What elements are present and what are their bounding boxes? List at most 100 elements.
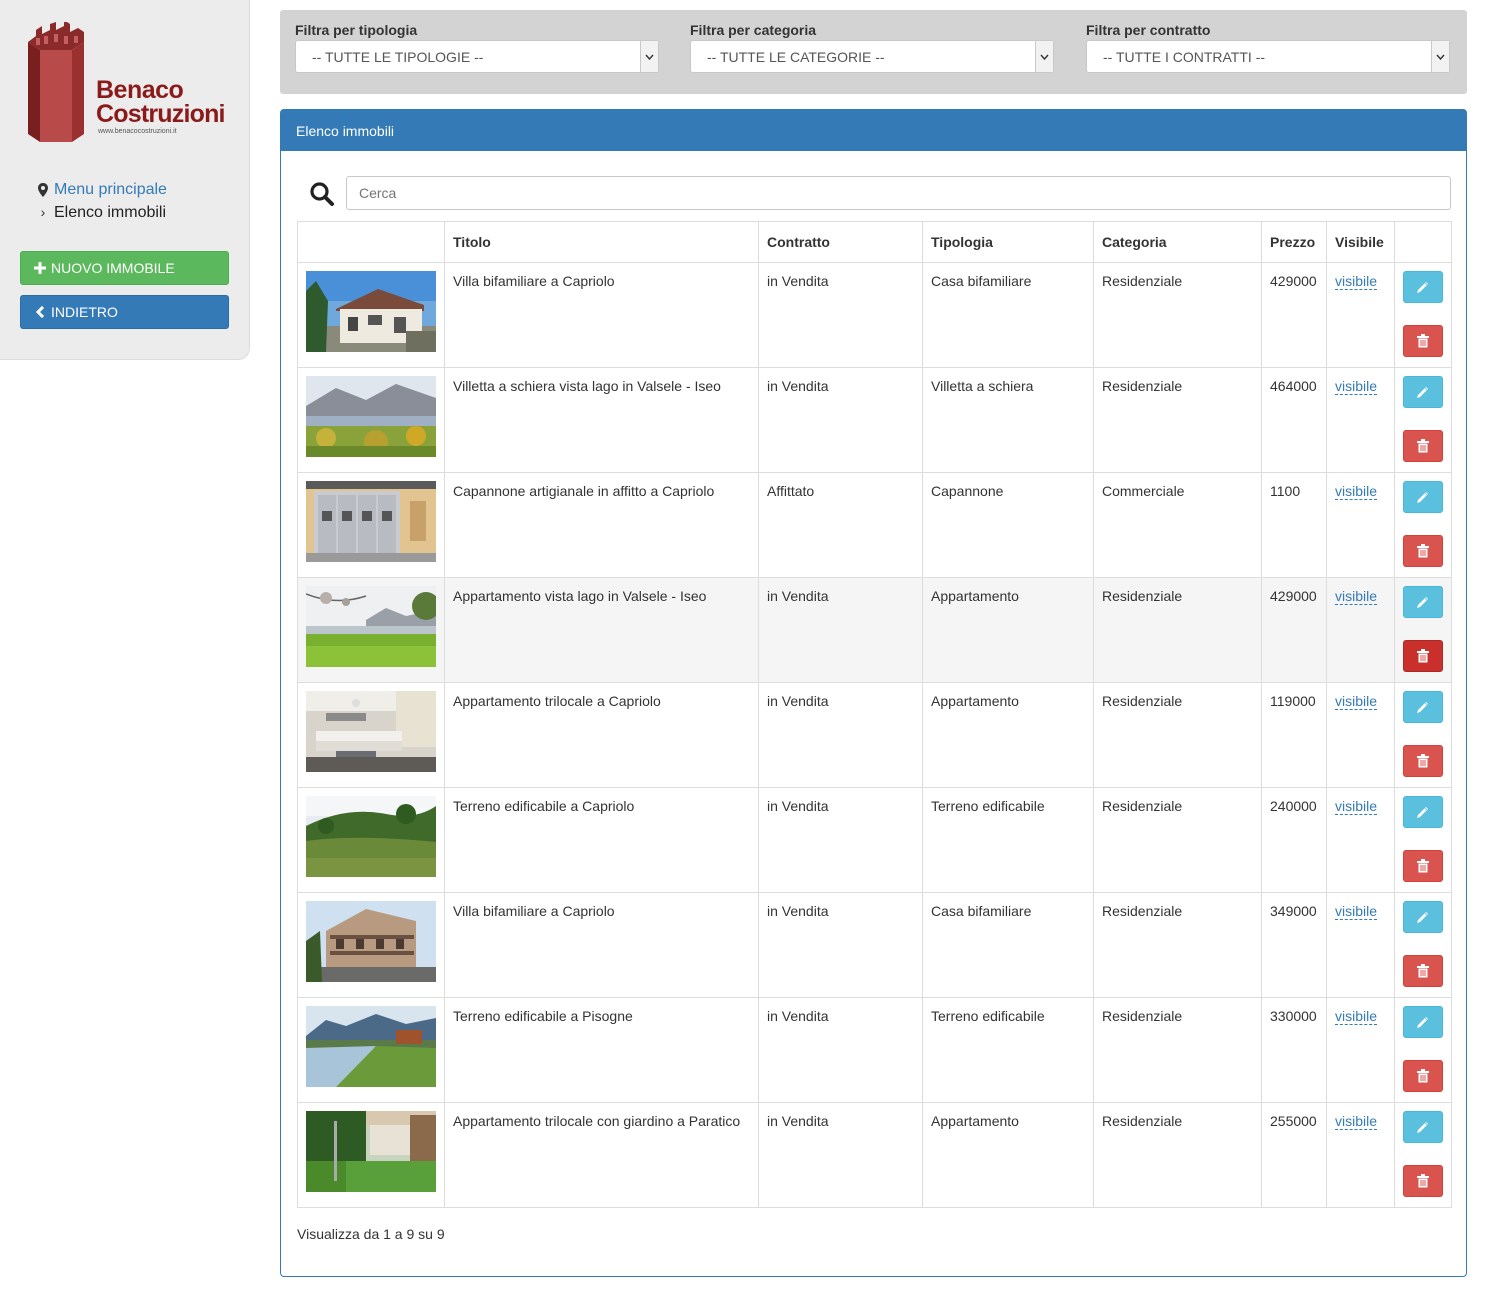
filter-categoria: Filtra per categoria -- TUTTE LE CATEGOR… <box>690 22 1054 73</box>
property-list-panel: Elenco immobili Titolo Contratto Tipolog… <box>280 109 1467 1277</box>
title-cell: Villa bifamiliare a Capriolo <box>444 262 759 368</box>
chevron-left-icon <box>33 306 47 318</box>
filter-tipologia-select[interactable]: -- TUTTE LE TIPOLOGIE -- <box>295 40 659 73</box>
category-cell: Residenziale <box>1093 1102 1262 1208</box>
photo-cell <box>297 262 445 368</box>
trash-icon <box>1417 1069 1429 1083</box>
property-photo[interactable] <box>306 1111 436 1192</box>
edit-button[interactable] <box>1403 1111 1443 1143</box>
category-cell: Residenziale <box>1093 787 1262 893</box>
visibility-toggle-link[interactable]: visibile <box>1335 1113 1378 1130</box>
table-info: Visualizza da 1 a 9 su 9 <box>297 1226 445 1242</box>
pencil-icon <box>1417 1122 1428 1133</box>
property-photo[interactable] <box>306 376 436 457</box>
search-row <box>309 176 1452 210</box>
filter-tipologia-label: Filtra per tipologia <box>295 22 418 38</box>
delete-button[interactable] <box>1403 640 1443 672</box>
property-photo[interactable] <box>306 586 436 667</box>
brand-logo[interactable]: Benaco Costruzioni www.benacocostruzioni… <box>22 22 232 150</box>
visibility-toggle-link[interactable]: visibile <box>1335 903 1378 920</box>
visible-cell: visibile <box>1326 682 1395 788</box>
visibility-toggle-link[interactable]: visibile <box>1335 483 1378 500</box>
col-header-actions <box>1394 221 1452 263</box>
col-header-visible[interactable]: Visibile <box>1326 221 1395 263</box>
col-header-category[interactable]: Categoria <box>1093 221 1262 263</box>
delete-button[interactable] <box>1403 430 1443 462</box>
new-property-label: NUOVO IMMOBILE <box>51 260 175 276</box>
price-cell: 330000 <box>1261 997 1327 1103</box>
delete-button[interactable] <box>1403 325 1443 357</box>
actions-cell <box>1394 577 1452 683</box>
tower-logo-icon <box>28 22 84 142</box>
property-photo[interactable] <box>306 691 436 772</box>
photo-cell <box>297 892 445 998</box>
visibility-toggle-link[interactable]: visibile <box>1335 588 1378 605</box>
edit-button[interactable] <box>1403 376 1443 408</box>
search-input[interactable] <box>346 176 1451 210</box>
property-photo[interactable] <box>306 1006 436 1087</box>
visibility-toggle-link[interactable]: visibile <box>1335 798 1378 815</box>
title-cell: Villa bifamiliare a Capriolo <box>444 892 759 998</box>
visibility-toggle-link[interactable]: visibile <box>1335 1008 1378 1025</box>
edit-button[interactable] <box>1403 1006 1443 1038</box>
back-button[interactable]: INDIETRO <box>20 295 229 329</box>
brand-url: www.benacocostruzioni.it <box>98 128 177 135</box>
visibility-toggle-link[interactable]: visibile <box>1335 693 1378 710</box>
table-row: Capannone artigianale in affitto a Capri… <box>297 472 1452 578</box>
trash-icon <box>1417 964 1429 978</box>
edit-button[interactable] <box>1403 271 1443 303</box>
visibility-toggle-link[interactable]: visibile <box>1335 273 1378 290</box>
visible-cell: visibile <box>1326 472 1395 578</box>
edit-button[interactable] <box>1403 481 1443 513</box>
delete-button[interactable] <box>1403 1060 1443 1092</box>
delete-button[interactable] <box>1403 850 1443 882</box>
visibility-toggle-link[interactable]: visibile <box>1335 378 1378 395</box>
category-cell: Residenziale <box>1093 892 1262 998</box>
price-cell: 464000 <box>1261 367 1327 473</box>
actions-cell <box>1394 682 1452 788</box>
filter-contratto-select[interactable]: -- TUTTE I CONTRATTI -- <box>1086 40 1450 73</box>
table-row: Appartamento vista lago in Valsele - Ise… <box>297 577 1452 683</box>
col-header-contract[interactable]: Contratto <box>758 221 923 263</box>
contract-cell: Affittato <box>758 472 923 578</box>
trash-icon <box>1417 1174 1429 1188</box>
contract-cell: in Vendita <box>758 1102 923 1208</box>
delete-button[interactable] <box>1403 955 1443 987</box>
col-header-type[interactable]: Tipologia <box>922 221 1094 263</box>
filter-categoria-value: -- TUTTE LE CATEGORIE -- <box>707 49 885 65</box>
property-photo[interactable] <box>306 901 436 982</box>
actions-cell <box>1394 892 1452 998</box>
new-property-button[interactable]: NUOVO IMMOBILE <box>20 251 229 285</box>
contract-cell: in Vendita <box>758 682 923 788</box>
category-cell: Residenziale <box>1093 997 1262 1103</box>
category-cell: Residenziale <box>1093 577 1262 683</box>
edit-button[interactable] <box>1403 796 1443 828</box>
type-cell: Casa bifamiliare <box>922 892 1094 998</box>
property-photo[interactable] <box>306 481 436 562</box>
col-header-price[interactable]: Prezzo <box>1261 221 1327 263</box>
visible-cell: visibile <box>1326 367 1395 473</box>
category-cell: Residenziale <box>1093 367 1262 473</box>
edit-button[interactable] <box>1403 901 1443 933</box>
edit-button[interactable] <box>1403 691 1443 723</box>
col-header-title[interactable]: Titolo <box>444 221 759 263</box>
type-cell: Appartamento <box>922 1102 1094 1208</box>
table-row: Terreno edificabile a Pisogne in Vendita… <box>297 997 1452 1103</box>
filter-contratto-value: -- TUTTE I CONTRATTI -- <box>1103 49 1266 65</box>
trash-icon <box>1417 544 1429 558</box>
property-table: Titolo Contratto Tipologia Categoria Pre… <box>297 221 1452 1208</box>
delete-button[interactable] <box>1403 535 1443 567</box>
category-cell: Commerciale <box>1093 472 1262 578</box>
type-cell: Terreno edificabile <box>922 997 1094 1103</box>
property-photo[interactable] <box>306 796 436 877</box>
pencil-icon <box>1417 597 1428 608</box>
filter-contratto-label: Filtra per contratto <box>1086 22 1211 38</box>
property-photo[interactable] <box>306 271 436 352</box>
edit-button[interactable] <box>1403 586 1443 618</box>
delete-button[interactable] <box>1403 745 1443 777</box>
search-icon <box>310 182 334 206</box>
delete-button[interactable] <box>1403 1165 1443 1197</box>
breadcrumb-home-link[interactable]: Menu principale <box>54 178 167 201</box>
filter-categoria-select[interactable]: -- TUTTE LE CATEGORIE -- <box>690 40 1054 73</box>
price-cell: 255000 <box>1261 1102 1327 1208</box>
